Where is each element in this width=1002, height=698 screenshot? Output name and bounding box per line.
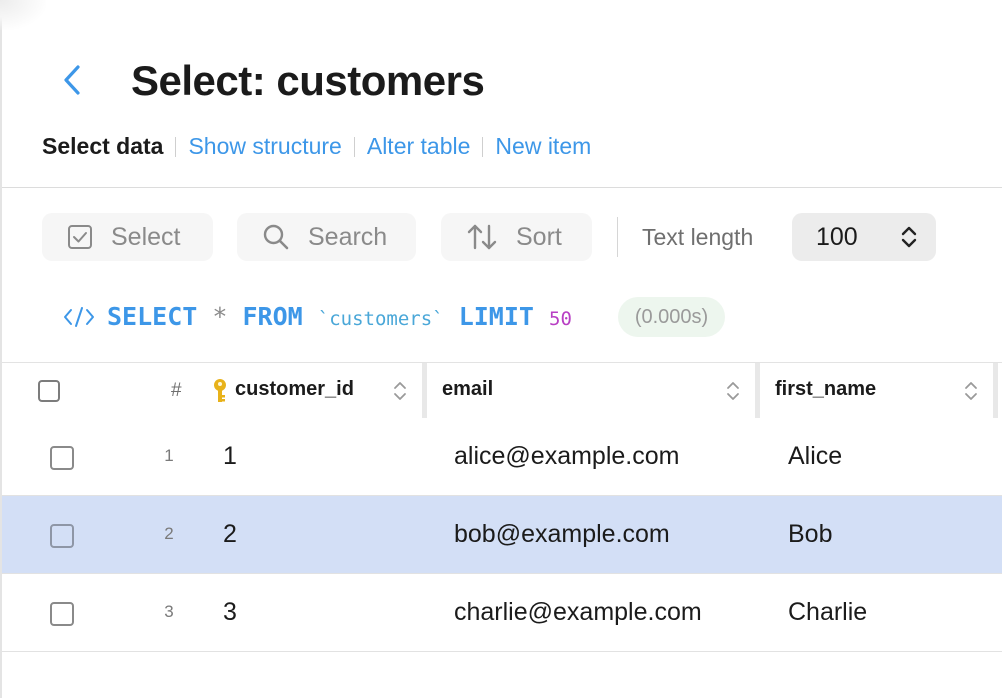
nav-select-data: Select data <box>42 133 164 159</box>
chevron-up-down-icon <box>901 226 917 248</box>
row-number: 1 <box>164 446 174 465</box>
checkbox-icon <box>68 225 92 249</box>
search-button[interactable]: Search <box>237 213 416 261</box>
text-length-select[interactable]: 100 <box>792 213 936 261</box>
column-resize-handle[interactable] <box>755 363 760 418</box>
column-resize-handle[interactable] <box>422 363 427 418</box>
window-corner <box>0 0 46 30</box>
row-checkbox[interactable] <box>50 602 74 626</box>
sort-button-label: Sort <box>516 222 562 251</box>
cell-email[interactable]: bob@example.com <box>454 520 670 549</box>
cell-customer-id[interactable]: 1 <box>223 442 237 471</box>
cell-customer-id[interactable]: 2 <box>223 520 237 549</box>
query-timing-badge: (0.000s) <box>618 297 725 337</box>
toolbar-separator <box>617 217 618 257</box>
row-checkbox[interactable] <box>50 446 74 470</box>
sort-button[interactable]: Sort <box>441 213 592 261</box>
cell-customer-id[interactable]: 3 <box>223 598 237 627</box>
sql-keyword-limit: LIMIT <box>458 302 534 331</box>
sql-table-name: `customers` <box>317 308 444 330</box>
cell-email[interactable]: charlie@example.com <box>454 598 702 627</box>
row-number: 2 <box>164 524 174 543</box>
nav-separator <box>482 137 484 157</box>
sql-keyword-select: SELECT <box>107 302 198 331</box>
row-number-header: # <box>171 380 182 401</box>
sql-keyword-from: FROM <box>242 302 303 331</box>
page-title: Select: customers <box>131 57 485 104</box>
row-number: 3 <box>164 602 174 621</box>
text-length-value: 100 <box>816 222 858 251</box>
nav-alter-table-link[interactable]: Alter table <box>367 131 471 161</box>
chevron-up-down-icon[interactable] <box>963 379 979 403</box>
nav-separator <box>353 137 355 157</box>
table-nav: Select data Show structure Alter table N… <box>42 131 591 161</box>
nav-new-item-link[interactable]: New item <box>495 131 591 161</box>
sql-limit-value: 50 <box>549 308 572 330</box>
sql-query[interactable]: SELECT * FROM `customers` LIMIT 50 <box>107 301 572 335</box>
text-length-label: Text length <box>642 224 754 250</box>
cell-first-name[interactable]: Charlie <box>788 598 867 627</box>
table-row[interactable]: 2 2 bob@example.com Bob <box>2 496 1002 574</box>
cell-first-name[interactable]: Bob <box>788 520 832 549</box>
nav-show-structure-link[interactable]: Show structure <box>188 131 341 161</box>
table-row[interactable]: 3 3 charlie@example.com Charlie <box>2 574 1002 652</box>
search-button-label: Search <box>308 222 388 251</box>
column-header-email[interactable]: email <box>442 378 493 401</box>
select-button-label: Select <box>111 222 181 251</box>
select-all-checkbox[interactable] <box>38 380 60 402</box>
column-header-first-name[interactable]: first_name <box>775 378 876 401</box>
code-icon[interactable] <box>63 305 95 329</box>
back-chevron-icon[interactable] <box>58 62 88 98</box>
nav-separator <box>175 137 177 157</box>
sort-arrows-icon <box>467 224 497 250</box>
column-header-customer-id[interactable]: customer_id <box>235 378 354 401</box>
sql-star: * <box>212 302 228 331</box>
chevron-up-down-icon[interactable] <box>392 379 408 403</box>
search-icon <box>263 224 289 250</box>
adminer-select-page: Select: customers Select data Show struc… <box>0 0 1002 698</box>
cell-first-name[interactable]: Alice <box>788 442 842 471</box>
cell-email[interactable]: alice@example.com <box>454 442 679 471</box>
key-icon <box>214 379 226 402</box>
row-checkbox[interactable] <box>50 524 74 548</box>
column-resize-handle[interactable] <box>993 363 998 418</box>
select-button[interactable]: Select <box>42 213 213 261</box>
header-divider <box>2 187 1002 188</box>
chevron-up-down-icon[interactable] <box>725 379 741 403</box>
table-row[interactable]: 1 1 alice@example.com Alice <box>2 418 1002 496</box>
